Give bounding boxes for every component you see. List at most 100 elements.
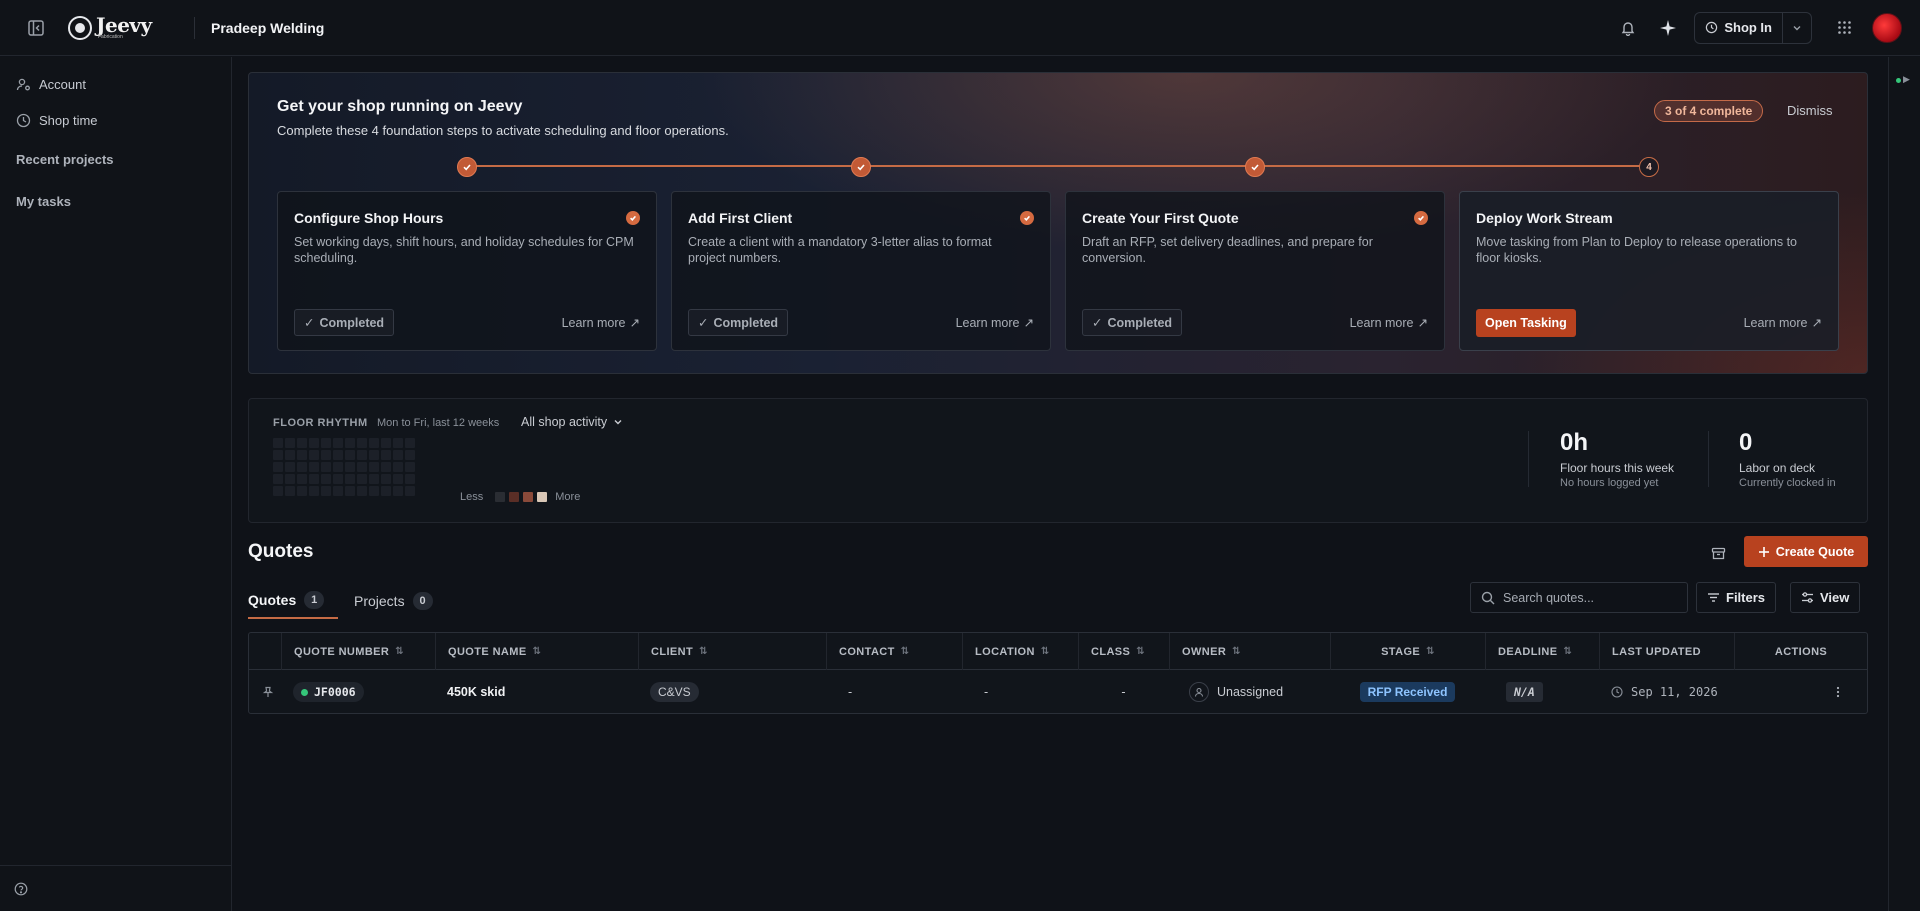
floor-rhythm-panel: FLOOR RHYTHM Mon to Fri, last 12 weeks A… (248, 398, 1868, 523)
step-1-check-icon (457, 157, 477, 177)
learn-more-link[interactable]: Learn more ↗ (1349, 315, 1428, 331)
column-header-class[interactable]: CLASS ⇅ (1078, 633, 1169, 670)
create-quote-button[interactable]: Create Quote (1744, 536, 1868, 567)
heatmap-cell (393, 462, 403, 472)
sort-icon: ⇅ (1563, 646, 1573, 657)
sort-icon: ⇅ (699, 646, 708, 657)
column-label: STAGE (1381, 645, 1421, 658)
ai-assistant-button[interactable] (1648, 8, 1688, 48)
heatmap-cell (405, 462, 415, 472)
quote-number-pill[interactable]: JF0006 (293, 682, 364, 702)
completed-badge: ✓ Completed (1082, 309, 1183, 336)
heatmap-cell (309, 486, 319, 496)
shop-in-dropdown[interactable] (1783, 13, 1811, 43)
apps-grid-button[interactable] (1824, 8, 1864, 48)
grid-icon (1837, 21, 1851, 34)
search-input[interactable] (1503, 590, 1673, 605)
sidebar-section-recent-projects[interactable]: Recent projects (0, 138, 231, 180)
jeevy-logo[interactable]: Jeevy Fabrication (68, 15, 172, 40)
top-bar: Jeevy Fabrication Pradeep Welding Shop I… (0, 0, 1920, 56)
actions-cell[interactable] (1824, 670, 1840, 714)
stat-divider (1708, 431, 1709, 487)
contact-cell: - (848, 685, 853, 699)
quote-name-cell[interactable]: 450K skid (435, 670, 505, 714)
heatmap-cell (333, 474, 343, 484)
sidebar-toggle-button[interactable] (0, 0, 72, 56)
column-header-deadline[interactable]: DEADLINE ⇅ (1485, 633, 1599, 670)
legend-swatch (509, 492, 520, 502)
learn-more-link[interactable]: Learn more ↗ (562, 315, 640, 331)
archive-button[interactable] (1706, 541, 1730, 565)
shop-name[interactable]: Pradeep Welding (211, 20, 324, 36)
notifications-button[interactable] (1608, 8, 1648, 48)
column-header-client[interactable]: CLIENT ⇅ (638, 633, 826, 670)
tab-quotes[interactable]: Quotes 1 (248, 582, 338, 619)
heatmap-cell (309, 450, 319, 460)
stat-sublabel: Currently clocked in (1739, 477, 1836, 489)
column-header-contact[interactable]: CONTACT ⇅ (826, 633, 962, 670)
user-avatar[interactable] (1872, 12, 1902, 43)
learn-more-label: Learn more (1349, 315, 1414, 330)
heatmap-cell (345, 462, 355, 472)
learn-more-link[interactable]: Learn more ↗ (956, 315, 1034, 331)
heatmap-cell (273, 474, 283, 484)
pin-cell[interactable] (249, 670, 281, 714)
shop-in-button[interactable]: Shop In (1695, 12, 1783, 43)
completed-badge: ✓ Completed (688, 309, 789, 336)
sidebar-item-shop-time[interactable]: Shop time (0, 102, 231, 138)
dismiss-button[interactable]: Dismiss (1787, 103, 1833, 118)
expand-arrow-icon[interactable]: ▶ (1903, 74, 1910, 85)
deadline-badge[interactable]: N/A (1506, 682, 1543, 702)
check-icon: ✓ (698, 316, 709, 330)
activity-heatmap (273, 438, 415, 496)
heatmap-cell (381, 450, 391, 460)
external-arrow-icon: ↗ (1417, 316, 1428, 330)
heatmap-cell (321, 474, 331, 484)
stage-cell: RFP Received (1330, 670, 1485, 714)
heatmap-cell (357, 486, 367, 496)
legend-swatch (537, 492, 548, 502)
column-header-quote-number[interactable]: QUOTE NUMBER ⇅ (281, 633, 435, 670)
help-icon[interactable] (14, 882, 28, 896)
table-header: QUOTE NUMBER ⇅ QUOTE NAME ⇅ CLIENT ⇅ CONTAC… (249, 633, 1867, 670)
sidebar-item-label: Shop time (39, 112, 98, 128)
shop-in-label: Shop In (1724, 20, 1772, 35)
column-header-stage[interactable]: STAGE ⇅ (1330, 633, 1485, 670)
bell-icon (1622, 21, 1635, 36)
client-pill[interactable]: C&VS (650, 682, 699, 702)
open-tasking-button[interactable]: Open Tasking (1476, 309, 1576, 337)
activity-filter-dropdown[interactable]: All shop activity (521, 415, 623, 429)
sidebar-item-account[interactable]: Account (0, 66, 231, 102)
heatmap-cell (405, 486, 415, 496)
labor-on-deck-stat: 0 Labor on deck Currently clocked in (1739, 429, 1836, 489)
status-label: Completed (319, 315, 385, 330)
heatmap-cell (369, 474, 379, 484)
check-circle-icon (1414, 211, 1428, 225)
column-header-quote-name[interactable]: QUOTE NAME ⇅ (435, 633, 638, 670)
table-row[interactable]: JF0006 450K skid C&VS - - - Unassigned R… (249, 670, 1867, 714)
client-cell: C&VS (638, 670, 699, 714)
sort-icon: ⇅ (1040, 646, 1050, 657)
view-label: View (1820, 590, 1850, 605)
heatmap-cell (273, 486, 283, 496)
check-circle-icon (1020, 211, 1034, 225)
onboarding-card-first-quote: Create Your First Quote Draft an RFP, se… (1065, 191, 1445, 351)
learn-more-link[interactable]: Learn more ↗ (1744, 315, 1822, 331)
column-header-last-updated[interactable]: LAST UPDATED (1599, 633, 1734, 670)
quotes-table: QUOTE NUMBER ⇅ QUOTE NAME ⇅ CLIENT ⇅ CONTAC… (248, 632, 1868, 714)
check-icon: ✓ (1092, 316, 1103, 330)
heatmap-cell (297, 438, 307, 448)
heatmap-cell (357, 450, 367, 460)
card-title: Create Your First Quote (1082, 210, 1239, 226)
column-header-owner[interactable]: OWNER ⇅ (1169, 633, 1330, 670)
heatmap-cell (285, 462, 295, 472)
sidebar-section-my-tasks[interactable]: My tasks (0, 180, 231, 222)
owner-cell[interactable]: Unassigned (1169, 670, 1283, 714)
heatmap-cell (405, 438, 415, 448)
stage-badge[interactable]: RFP Received (1359, 682, 1456, 702)
view-button[interactable]: View (1790, 582, 1861, 613)
filters-button[interactable]: Filters (1696, 582, 1777, 613)
column-header-location[interactable]: LOCATION ⇅ (962, 633, 1078, 670)
quote-number-cell[interactable]: JF0006 (281, 670, 364, 714)
tab-projects[interactable]: Projects 0 (354, 582, 433, 619)
